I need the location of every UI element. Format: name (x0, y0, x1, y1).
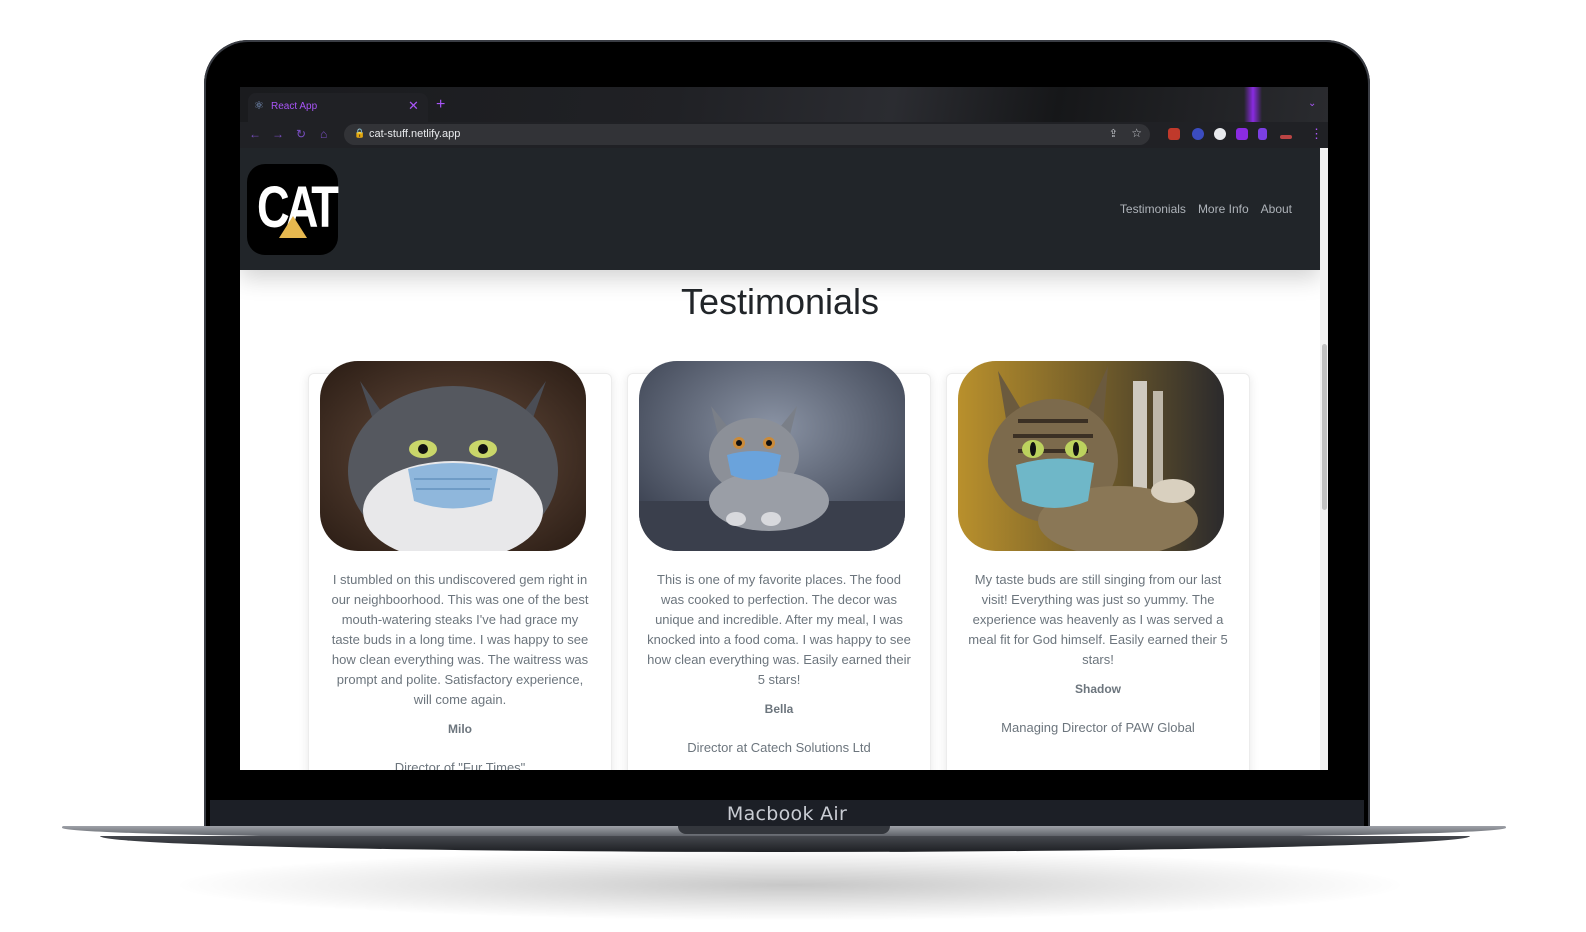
laptop-chin: Macbook Air (210, 800, 1364, 828)
tab-title: React App (271, 101, 318, 112)
lock-icon: 🔒 (354, 128, 366, 138)
share-icon[interactable]: ⇪ (1109, 127, 1118, 140)
logo-triangle-icon (279, 216, 307, 238)
browser-tab[interactable]: ⚛ React App ✕ (248, 93, 428, 122)
nav-links: Testimonials More Info About (1120, 202, 1292, 216)
testimonial-role: Director at Catech Solutions Ltd (687, 740, 871, 755)
testimonial-role: Director of "Fur Times" (394, 760, 526, 770)
extension-icon[interactable] (1280, 135, 1292, 139)
cat-photo (320, 361, 586, 551)
testimonial-role: Managing Director of PAW Global (1001, 720, 1195, 735)
back-arrow-icon[interactable]: ← (249, 127, 261, 141)
page-title: Testimonials (680, 281, 880, 322)
laptop-screen: ⚛ React App ✕ + ⌄ ← → ↻ ⌂ 🔒 cat-stuff.ne… (240, 87, 1328, 770)
tab-close-icon[interactable]: ✕ (408, 98, 419, 114)
testimonial-author: Shadow (1074, 682, 1121, 696)
laptop-base-bottom (100, 836, 1470, 852)
extensions-icon[interactable] (1236, 128, 1248, 140)
extension-icon[interactable] (1168, 128, 1180, 140)
cat-photo (958, 361, 1224, 551)
forward-arrow-icon[interactable]: → (272, 127, 284, 141)
tab-search-chevron-icon[interactable]: ⌄ (1308, 98, 1316, 109)
sidepanel-icon[interactable] (1258, 128, 1267, 140)
nav-link-more-info[interactable]: More Info (1198, 202, 1249, 216)
new-tab-button[interactable]: + (436, 96, 445, 114)
web-page: CAT Testimonials More Info About Testimo… (240, 148, 1320, 770)
testimonial-card: This is one of my favorite places. The f… (627, 361, 931, 770)
testimonial-text: I stumbled on this undiscovered gem righ… (331, 572, 589, 707)
laptop-shadow (180, 850, 1400, 920)
browser-tab-bar: ⚛ React App ✕ + ⌄ (240, 87, 1328, 147)
testimonial-card: My taste buds are still singing from our… (946, 361, 1250, 770)
reload-icon[interactable]: ↻ (296, 127, 306, 141)
testimonial-text: This is one of my favorite places. The f… (647, 572, 911, 687)
nav-link-testimonials[interactable]: Testimonials (1120, 202, 1186, 216)
nav-link-about[interactable]: About (1261, 202, 1292, 216)
extension-icon[interactable] (1192, 128, 1204, 140)
extension-icon[interactable] (1214, 128, 1226, 140)
testimonial-author: Milo (448, 722, 472, 736)
laptop-hinge-notch (678, 826, 890, 834)
cat-photo (639, 361, 905, 551)
star-icon[interactable]: ☆ (1131, 126, 1142, 140)
device-label: Macbook Air (726, 803, 848, 825)
site-navbar: CAT Testimonials More Info About (240, 148, 1320, 270)
browser-toolbar: ← → ↻ ⌂ 🔒 cat-stuff.netlify.app ⇪ ☆ ⋮ (240, 122, 1328, 148)
testimonial-author: Bella (764, 702, 794, 716)
address-bar[interactable]: 🔒 cat-stuff.netlify.app ⇪ ☆ (344, 124, 1150, 145)
react-icon: ⚛ (254, 100, 264, 112)
page-scrollbar[interactable] (1320, 148, 1328, 770)
home-icon[interactable]: ⌂ (320, 127, 327, 141)
url-text[interactable]: cat-stuff.netlify.app (369, 128, 460, 140)
scrollbar-thumb[interactable] (1322, 344, 1327, 510)
testimonial-card: I stumbled on this undiscovered gem righ… (308, 361, 612, 770)
kebab-menu-icon[interactable]: ⋮ (1310, 126, 1323, 142)
testimonial-text: My taste buds are still singing from our… (968, 572, 1228, 667)
cat-logo[interactable]: CAT (247, 164, 339, 255)
